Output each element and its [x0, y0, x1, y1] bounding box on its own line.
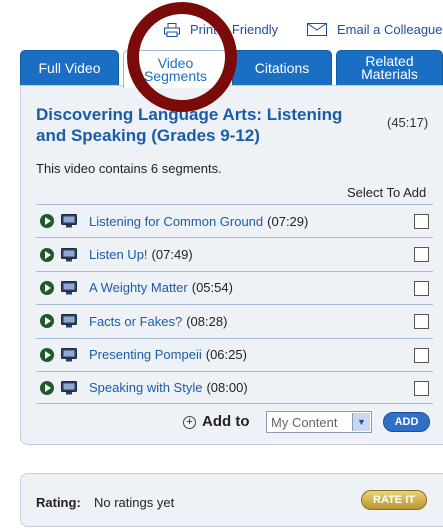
- dropdown-arrow-icon[interactable]: ▼: [352, 413, 370, 431]
- tab-citations-label: Citations: [254, 59, 310, 76]
- play-icon[interactable]: [40, 247, 54, 262]
- segment-select-checkbox[interactable]: [414, 347, 429, 363]
- segment-select-checkbox[interactable]: [414, 214, 429, 229]
- segment-select-checkbox[interactable]: [414, 314, 429, 330]
- segments-panel: Discovering Language Arts: Listening and…: [20, 85, 443, 445]
- segment-select-checkbox[interactable]: [414, 247, 429, 263]
- monitor-icon[interactable]: [61, 214, 77, 228]
- play-icon[interactable]: [40, 214, 54, 229]
- rate-it-button[interactable]: RATE IT: [361, 490, 427, 510]
- play-icon[interactable]: [40, 314, 54, 329]
- monitor-icon[interactable]: [61, 247, 77, 262]
- segment-title-link[interactable]: Listen Up!: [89, 247, 148, 262]
- segment-duration: (08:28): [186, 313, 228, 329]
- add-to-selected-value: My Content: [271, 415, 338, 430]
- add-to-bar: + Add to My Content ▼ ADD: [21, 408, 443, 438]
- video-duration: (45:17): [387, 115, 429, 130]
- segment-title-link[interactable]: Presenting Pompeii: [89, 347, 202, 362]
- segment-title-link[interactable]: Facts or Fakes?: [89, 314, 182, 329]
- highlight-circle-annotation: [127, 2, 237, 112]
- segment-row: A Weighty Matter (05:54): [36, 270, 433, 304]
- monitor-icon[interactable]: [61, 380, 77, 395]
- segment-duration: (07:29): [267, 213, 309, 229]
- tab-full-video[interactable]: Full Video: [20, 50, 119, 86]
- segment-duration: (05:54): [191, 280, 233, 296]
- monitor-icon[interactable]: [61, 280, 77, 295]
- rating-label: Rating:: [36, 495, 81, 510]
- select-to-add-header: Select To Add: [347, 185, 427, 200]
- segment-title-link[interactable]: A Weighty Matter: [89, 280, 188, 295]
- video-title: Discovering Language Arts: Listening and…: [36, 105, 343, 145]
- segment-title-link[interactable]: Speaking with Style: [89, 380, 202, 395]
- tab-citations[interactable]: Citations: [232, 50, 332, 86]
- segment-row: Listening for Common Ground (07:29): [36, 204, 433, 237]
- segment-count-text: This video contains 6 segments.: [36, 161, 222, 176]
- segment-list: Listening for Common Ground (07:29) List…: [36, 204, 433, 405]
- add-to-label: Add to: [202, 413, 250, 430]
- monitor-icon[interactable]: [61, 314, 77, 328]
- segment-duration: (07:49): [151, 247, 193, 263]
- play-icon[interactable]: [40, 380, 54, 395]
- segment-select-checkbox[interactable]: [414, 280, 429, 296]
- play-icon[interactable]: [40, 347, 54, 362]
- tab-related-materials-line2: Materials: [361, 66, 418, 82]
- segment-select-checkbox[interactable]: [414, 380, 429, 396]
- rating-value: No ratings yet: [94, 495, 175, 510]
- tab-related-materials[interactable]: Related Materials: [336, 50, 443, 86]
- segment-row: Speaking with Style (08:00): [36, 370, 433, 405]
- segment-row: Listen Up! (07:49): [36, 237, 433, 270]
- play-icon[interactable]: [40, 280, 54, 295]
- envelope-icon: [307, 23, 327, 36]
- email-colleague-label: Email a Colleague: [337, 22, 443, 37]
- tab-full-video-label: Full Video: [38, 59, 101, 76]
- segment-title-link[interactable]: Listening for Common Ground: [89, 214, 263, 229]
- segment-row: Presenting Pompeii (06:25): [36, 337, 433, 371]
- segment-duration: (08:00): [206, 380, 248, 396]
- email-colleague-link[interactable]: Email a Colleague: [307, 22, 443, 37]
- segment-row: Facts or Fakes? (08:28): [36, 304, 433, 337]
- plus-circle-icon: +: [183, 416, 196, 429]
- monitor-icon[interactable]: [61, 347, 77, 362]
- rating-panel: Rating: No ratings yet RATE IT: [20, 473, 443, 527]
- segment-duration: (06:25): [205, 347, 247, 363]
- add-button[interactable]: ADD: [383, 412, 430, 432]
- add-to-select[interactable]: My Content ▼: [266, 411, 372, 433]
